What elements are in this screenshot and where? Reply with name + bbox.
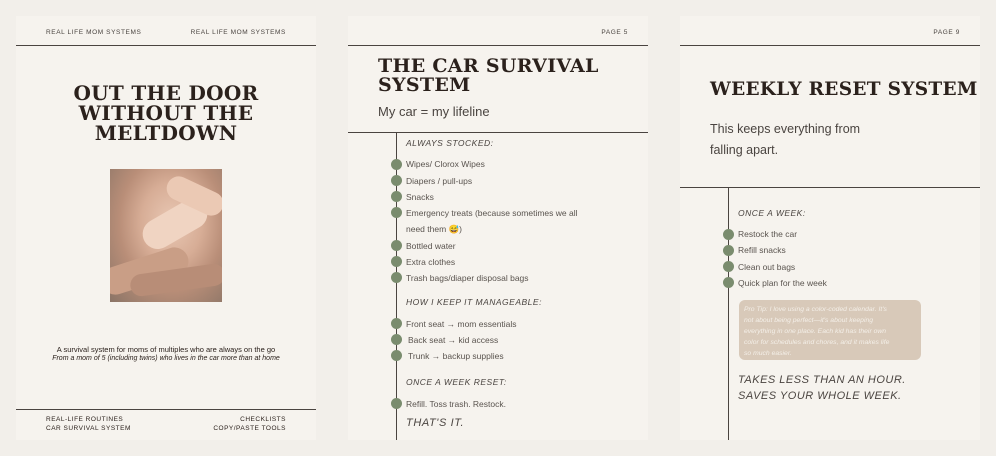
page-title-line: SYSTEM: [378, 74, 471, 96]
bullet-icon: [391, 207, 402, 218]
pro-tip-box: Pro Tip: I love using a color-coded cale…: [739, 300, 921, 360]
section-heading-reset: ONCE A WEEK RESET:: [406, 377, 507, 387]
section-heading-manageable: HOW I KEEP IT MANAGEABLE:: [406, 297, 542, 307]
list-item-continuation: need them 😅): [406, 224, 462, 234]
page-number: PAGE 5: [601, 29, 628, 36]
list-item: Wipes/ Clorox Wipes: [406, 159, 485, 169]
bullet-icon: [391, 350, 402, 361]
bullet-icon: [391, 318, 402, 329]
bullet-icon: [723, 245, 734, 256]
section-heading-stocked: ALWAYS STOCKED:: [406, 138, 494, 148]
footer-text: COPY/PASTE TOOLS: [213, 425, 286, 432]
bullet-icon: [391, 191, 402, 202]
bullet-icon: [723, 229, 734, 240]
header-divider: [16, 45, 316, 46]
list-item: Diapers / pull-ups: [406, 176, 473, 186]
list-item: Extra clothes: [406, 257, 456, 267]
car-survival-page: PAGE 5 THE CAR SURVIVAL SYSTEM My car = …: [348, 16, 648, 440]
hands-photo: [110, 169, 222, 302]
header-right: REAL LIFE MOM SYSTEMS: [190, 29, 286, 36]
list-item: Clean out bags: [738, 262, 796, 272]
page-subtitle: My car = my lifeline: [378, 104, 490, 119]
list-item: Trash bags/diaper disposal bags: [406, 273, 529, 283]
footer-right: CHECKLISTS COPY/PASTE TOOLS: [213, 415, 286, 433]
bullet-icon: [391, 240, 402, 251]
footer-text: CAR SURVIVAL SYSTEM: [46, 425, 131, 432]
list-item: Bottled water: [406, 241, 456, 251]
pro-tip-line: everything in one place. Each kid has th…: [744, 328, 887, 335]
cover-subtitle-italic: From a mom of 5 (including twins) who li…: [52, 355, 280, 362]
list-item: Refill. Toss trash. Restock.: [406, 399, 506, 409]
bullet-icon: [723, 261, 734, 272]
list-item: Restock the car: [738, 229, 798, 239]
list-item: Emergency treats (because sometimes we a…: [406, 208, 578, 218]
cover-title-line: WITHOUT THE: [78, 101, 254, 125]
closing-text: TAKES LESS THAN AN HOUR. SAVES YOUR WHOL…: [738, 372, 906, 404]
pro-tip-line: so much easier.: [744, 350, 792, 357]
page-number: PAGE 9: [933, 29, 960, 36]
list-item: Quick plan for the week: [738, 278, 827, 288]
list-item: Trunk → backup supplies: [408, 351, 504, 361]
page-title: WEEKLY RESET SYSTEM: [710, 79, 978, 100]
cover-page: REAL LIFE MOM SYSTEMS REAL LIFE MOM SYST…: [16, 16, 316, 440]
page-subtitle-line: This keeps everything from: [710, 122, 861, 136]
section-divider: [680, 187, 980, 188]
timeline-line: [728, 187, 729, 440]
bullet-icon: [391, 334, 402, 345]
closing-line: TAKES LESS THAN AN HOUR.: [738, 374, 906, 386]
header-divider: [348, 45, 648, 46]
header-divider: [680, 45, 980, 46]
list-item: Back seat → kid access: [408, 335, 499, 345]
pro-tip-line: color for schedules and chores, and it m…: [744, 339, 890, 346]
footer-left: REAL-LIFE ROUTINES CAR SURVIVAL SYSTEM: [46, 415, 131, 433]
cover-subtitle: A survival system for moms of multiples …: [56, 345, 276, 354]
bullet-icon: [391, 398, 402, 409]
cover-title-line: OUT THE DOOR: [73, 81, 259, 105]
footer-divider: [16, 409, 316, 410]
section-divider: [348, 132, 648, 133]
closing-line: SAVES YOUR WHOLE WEEK.: [738, 390, 902, 402]
closing-text: THAT'S IT.: [406, 417, 465, 429]
pro-tip-line: Pro Tip: I love using a color-coded cale…: [744, 306, 887, 313]
page-subtitle-line: falling apart.: [710, 143, 779, 157]
list-item: Snacks: [406, 192, 434, 202]
page-title: THE CAR SURVIVAL SYSTEM: [378, 57, 618, 95]
bullet-icon: [723, 277, 734, 288]
cover-title-line: MELTDOWN: [94, 121, 238, 145]
list-item: Refill snacks: [738, 245, 786, 255]
weekly-reset-page: PAGE 9 WEEKLY RESET SYSTEM This keeps ev…: [680, 16, 980, 440]
cover-title: OUT THE DOOR WITHOUT THE MELTDOWN: [16, 83, 316, 143]
footer-text: CHECKLISTS: [240, 416, 286, 423]
bullet-icon: [391, 175, 402, 186]
bullet-icon: [391, 256, 402, 267]
bullet-icon: [391, 272, 402, 283]
bullet-icon: [391, 159, 402, 170]
header-left: REAL LIFE MOM SYSTEMS: [46, 29, 142, 36]
section-heading-weekly: ONCE A WEEK:: [738, 208, 806, 218]
pro-tip-line: not about being perfect—it's about keepi…: [744, 317, 874, 324]
page-subtitle: This keeps everything from falling apart…: [710, 119, 890, 161]
footer-text: REAL-LIFE ROUTINES: [46, 416, 124, 423]
list-item: Front seat → mom essentials: [406, 319, 517, 329]
